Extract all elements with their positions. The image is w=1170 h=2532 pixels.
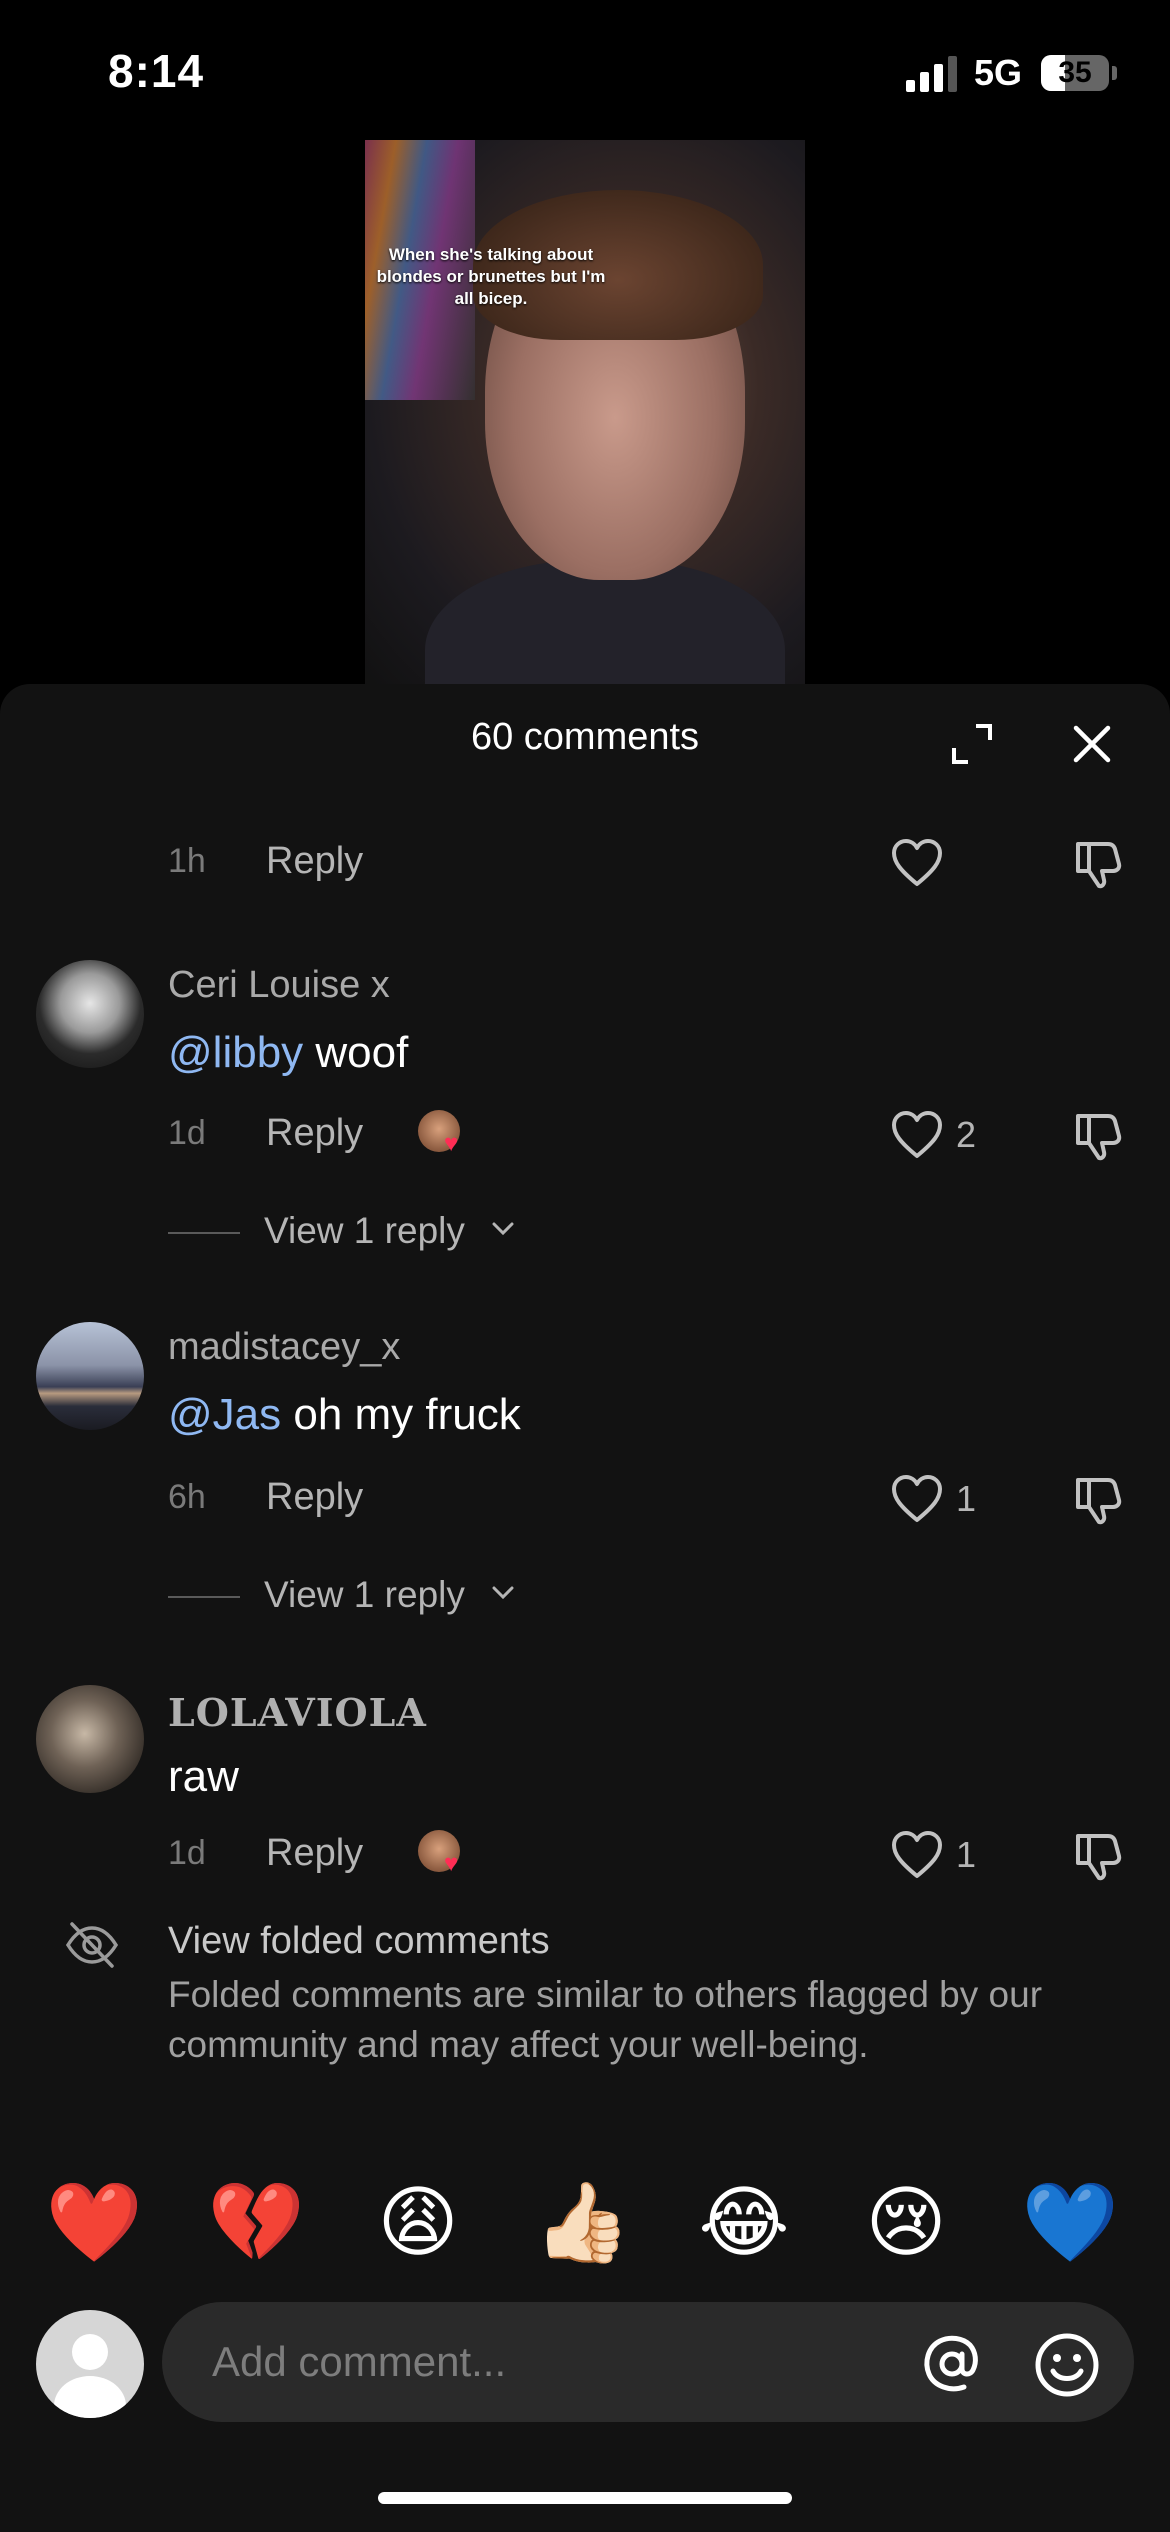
emoji-thumbs-up[interactable]: 👍🏻 bbox=[532, 2172, 632, 2272]
folded-comments-description: Folded comments are similar to others fl… bbox=[168, 1974, 1043, 2065]
comment-composer bbox=[162, 2302, 1134, 2422]
battery-percent: 35 bbox=[1058, 56, 1092, 89]
thumbs-down-icon[interactable] bbox=[1070, 1472, 1124, 1526]
add-comment-input[interactable] bbox=[212, 2332, 912, 2392]
expand-icon[interactable] bbox=[948, 720, 996, 768]
at-sign-icon[interactable] bbox=[920, 2332, 984, 2396]
mention-link[interactable]: @libby bbox=[168, 1028, 303, 1077]
emoji-crying-face[interactable]: 😢 bbox=[856, 2172, 956, 2272]
comment-text: @libby woof bbox=[168, 1028, 408, 1078]
eye-off-icon bbox=[65, 1922, 119, 1968]
emoji-blue-heart[interactable]: 💙 bbox=[1020, 2172, 1120, 2272]
red-heart-icon: ♥ bbox=[444, 1850, 459, 1877]
network-type: 5G bbox=[974, 52, 1023, 93]
view-replies-label: View 1 reply bbox=[264, 1210, 465, 1251]
avatar-body bbox=[54, 2376, 126, 2418]
view-replies-label: View 1 reply bbox=[264, 1574, 465, 1615]
comment-time: 1d bbox=[168, 1834, 206, 1872]
emoji-tears-of-joy[interactable]: 😂 bbox=[694, 2172, 794, 2272]
comment-text: raw bbox=[168, 1752, 239, 1801]
thumbs-down-icon[interactable] bbox=[1070, 1828, 1124, 1882]
heart-outline-icon[interactable] bbox=[890, 1830, 944, 1880]
comment-username[interactable]: Ceri Louise x bbox=[168, 964, 390, 1007]
red-heart-icon: ♥ bbox=[444, 1130, 459, 1157]
heart-outline-icon[interactable] bbox=[890, 838, 944, 888]
emoji-red-heart[interactable]: ❤️ bbox=[44, 2172, 144, 2272]
creator-liked-badge: ♥ bbox=[418, 1110, 466, 1158]
quick-emoji-bar: ❤️ 💔 😩 👍🏻 😂 😢 💙 bbox=[0, 2172, 1170, 2272]
home-indicator[interactable] bbox=[378, 2492, 792, 2504]
emoji-weary-face[interactable]: 😩 bbox=[368, 2172, 468, 2272]
comment-time: 1d bbox=[168, 1114, 206, 1152]
avatar[interactable] bbox=[36, 1685, 144, 1793]
video-preview[interactable]: When she's talking about blondes or brun… bbox=[365, 140, 805, 690]
view-folded-comments-link[interactable]: View folded comments bbox=[168, 1920, 550, 1963]
avatar[interactable] bbox=[36, 1322, 144, 1430]
emoji-broken-heart[interactable]: 💔 bbox=[206, 2172, 306, 2272]
comment-body: oh my fruck bbox=[281, 1390, 521, 1439]
comment-username[interactable]: LOLAVIOLA bbox=[168, 1690, 427, 1735]
like-count: 1 bbox=[956, 1478, 977, 1519]
signal-icon bbox=[906, 56, 958, 92]
comment-username[interactable]: madistacey_x bbox=[168, 1326, 400, 1369]
thumbs-down-icon[interactable] bbox=[1070, 836, 1124, 890]
mention-link[interactable]: @Jas bbox=[168, 1390, 281, 1439]
like-count: 2 bbox=[956, 1114, 977, 1155]
thumbs-down-icon[interactable] bbox=[1070, 1108, 1124, 1162]
like-count: 1 bbox=[956, 1834, 977, 1875]
avatar-head bbox=[72, 2334, 108, 2370]
avatar[interactable] bbox=[36, 960, 144, 1068]
creator-liked-badge: ♥ bbox=[418, 1830, 466, 1878]
status-bar: 8:14 5G 35 bbox=[0, 0, 1170, 140]
reply-button[interactable]: Reply bbox=[266, 1832, 363, 1875]
comment-time: 1h bbox=[168, 842, 206, 880]
smile-icon[interactable] bbox=[1034, 2332, 1100, 2398]
battery-icon: 35 bbox=[1041, 55, 1109, 91]
heart-outline-icon[interactable] bbox=[890, 1474, 944, 1524]
close-icon[interactable] bbox=[1068, 720, 1116, 768]
divider-line bbox=[168, 1596, 240, 1598]
my-avatar[interactable] bbox=[36, 2310, 144, 2418]
chevron-down-icon bbox=[492, 1586, 514, 1600]
divider-line bbox=[168, 1232, 240, 1234]
reply-button[interactable]: Reply bbox=[266, 1112, 363, 1155]
reply-button[interactable]: Reply bbox=[266, 1476, 363, 1519]
battery-tip bbox=[1112, 66, 1117, 80]
reply-button[interactable]: Reply bbox=[266, 840, 363, 883]
status-time: 8:14 bbox=[108, 45, 205, 97]
video-caption: When she's talking about blondes or brun… bbox=[376, 245, 606, 308]
heart-outline-icon[interactable] bbox=[890, 1110, 944, 1160]
comment-text: @Jas oh my fruck bbox=[168, 1390, 521, 1440]
chevron-down-icon bbox=[492, 1222, 514, 1236]
comment-time: 6h bbox=[168, 1478, 206, 1516]
comment-body: woof bbox=[303, 1028, 409, 1077]
